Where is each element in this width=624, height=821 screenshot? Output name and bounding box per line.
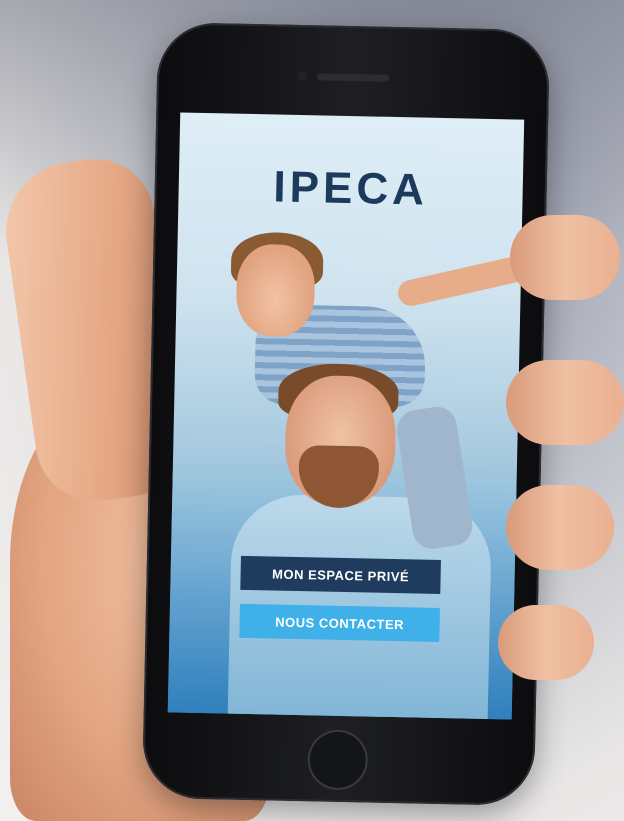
app-screen: IPECA MON ESPACE PRIVÉ NOUS CONTACTER [167,112,525,720]
finger-little [498,605,594,680]
earpiece-speaker [316,73,390,82]
home-button[interactable] [307,729,369,791]
smartphone: IPECA MON ESPACE PRIVÉ NOUS CONTACTER [141,21,551,807]
front-camera-icon [296,70,308,82]
contact-us-button[interactable]: NOUS CONTACTER [239,603,440,643]
my-private-space-button[interactable]: MON ESPACE PRIVÉ [240,555,441,595]
finger-ring [506,485,614,570]
finger-middle [506,360,624,445]
finger-index [510,215,620,300]
child-arm [395,254,525,309]
app-logo: IPECA [272,162,429,215]
photo-scene: IPECA MON ESPACE PRIVÉ NOUS CONTACTER [0,0,624,821]
hero-photo [167,222,525,720]
child-face [235,243,316,338]
